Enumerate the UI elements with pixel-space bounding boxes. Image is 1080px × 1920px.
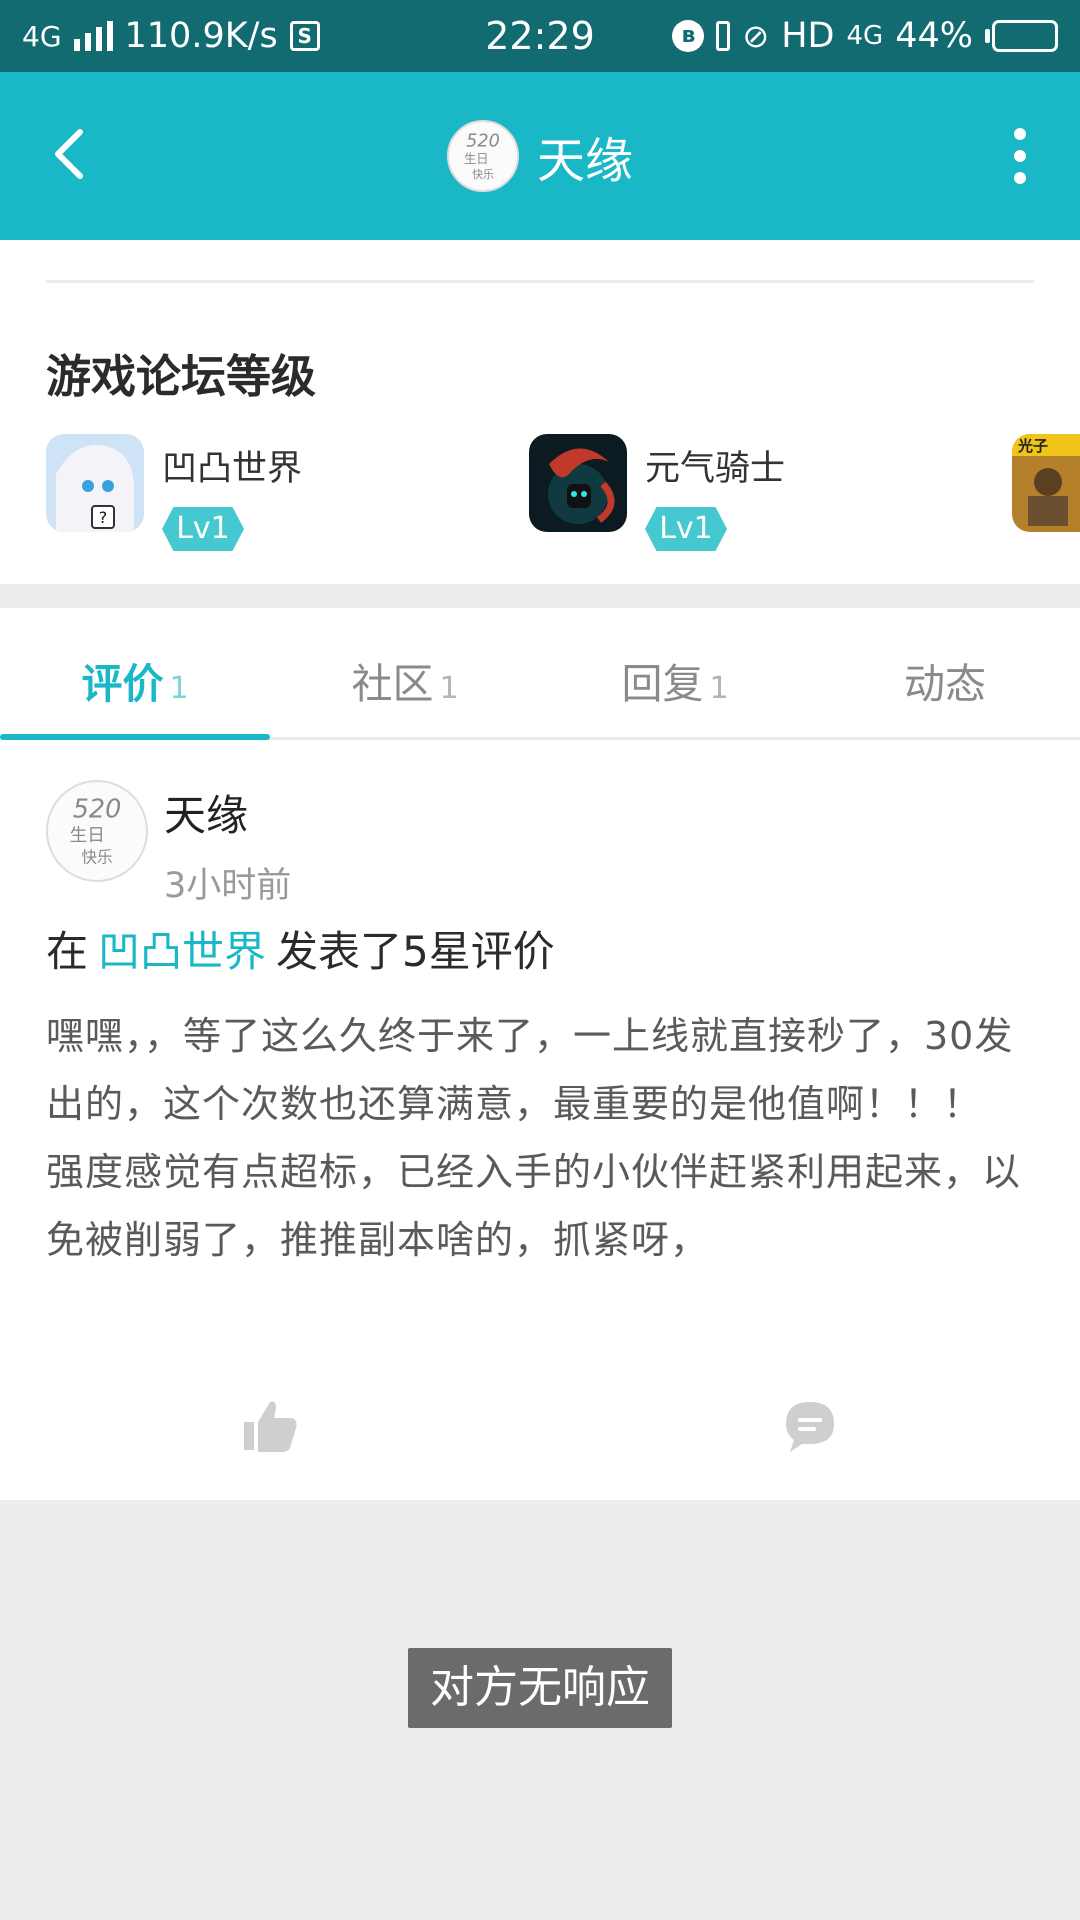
- tab-count: 1: [709, 671, 729, 706]
- battery-percent: 44%: [895, 16, 973, 56]
- thumbs-up-icon: [244, 1401, 297, 1452]
- bluetooth-icon: ʙ: [672, 20, 705, 52]
- level-badge: Lv1: [645, 507, 727, 551]
- tab-label: 社区: [351, 660, 434, 708]
- game-icon-soul-knight: [529, 434, 627, 532]
- game-level-item-partial[interactable]: 光子: [1012, 434, 1080, 532]
- avatar[interactable]: 520 生日 快乐: [46, 780, 148, 882]
- game-level-item[interactable]: ? 凹凸世界 Lv1: [46, 434, 302, 551]
- review-card[interactable]: 520 生日 快乐 天缘 3小时前 在凹凸世界 发表了5星评价 嘿嘿，，等了这么久…: [0, 740, 1080, 1500]
- hd-indicator: HD: [781, 16, 835, 56]
- mute-icon: ⊘: [742, 17, 770, 55]
- headline-suffix: 发表了5星评价: [276, 927, 555, 976]
- tab-activity[interactable]: 动态: [810, 650, 1080, 710]
- status-bar: 4G 110.9K/s S 22:29 ʙ ⊘ HD 4G 44%: [0, 0, 1080, 72]
- comment-button[interactable]: [780, 1396, 840, 1456]
- page-title: 天缘: [536, 133, 633, 189]
- tab-community[interactable]: 社区 1: [270, 650, 540, 710]
- tab-label: 回复: [621, 660, 704, 708]
- toast-message: 对方无响应: [408, 1648, 672, 1728]
- game-link[interactable]: 凹凸世界: [98, 927, 266, 976]
- review-author[interactable]: 520 生日 快乐 天缘 3小时前: [46, 780, 291, 908]
- more-dot-icon: [1014, 150, 1026, 162]
- tab-label: 评价: [81, 660, 164, 708]
- post-time: 3小时前: [164, 866, 292, 906]
- game-name: 元气骑士: [645, 449, 786, 489]
- svg-text:快乐: 快乐: [472, 168, 494, 181]
- tab-label: 动态: [904, 660, 986, 708]
- more-dot-icon: [1014, 172, 1026, 184]
- section-title: 游戏论坛等级: [46, 350, 317, 403]
- svg-text:520: 520: [466, 131, 500, 151]
- headline-prefix: 在: [46, 927, 89, 976]
- tab-count: 1: [439, 671, 459, 706]
- network-type-right: 4G: [846, 21, 884, 51]
- svg-text:520: 520: [73, 794, 122, 824]
- review-body: 嘿嘿，，等了这么久终于来了，一上线就直接秒了，30发出的，这个次数也还算满意，最…: [46, 1014, 1022, 1262]
- game-level-item[interactable]: 元气骑士 Lv1: [529, 434, 785, 551]
- game-icon-pubg: 光子: [1012, 434, 1080, 532]
- level-badge: Lv1: [162, 507, 244, 551]
- svg-text:光子: 光子: [1017, 437, 1048, 455]
- svg-text:生日: 生日: [464, 152, 488, 166]
- tab-count: 1: [169, 671, 189, 706]
- header-title: 520 生日 快乐 天缘: [0, 120, 1080, 192]
- game-name: 凹凸世界: [162, 449, 303, 489]
- game-icon-aotu: ?: [46, 434, 144, 532]
- more-dot-icon: [1014, 128, 1026, 140]
- tab-replies[interactable]: 回复 1: [540, 650, 810, 710]
- like-button[interactable]: [240, 1396, 300, 1456]
- divider: [46, 280, 1034, 283]
- tab-reviews[interactable]: 评价 1: [0, 650, 270, 710]
- svg-text:生日: 生日: [70, 825, 105, 846]
- forum-level-section: 游戏论坛等级 ? 凹凸世界 Lv1 元气骑士 Lv1 光子: [0, 240, 1080, 584]
- comment-bubble-icon: [786, 1402, 834, 1452]
- top-app-bar: 520 生日 快乐 天缘: [0, 72, 1080, 240]
- vibrate-icon: [716, 21, 731, 51]
- svg-text:快乐: 快乐: [81, 847, 113, 866]
- svg-text:?: ?: [99, 508, 108, 527]
- avatar[interactable]: 520 生日 快乐: [446, 120, 519, 192]
- profile-tabs: 评价 1 社区 1 回复 1 动态: [0, 608, 1080, 740]
- review-headline: 在凹凸世界 发表了5星评价: [46, 918, 555, 979]
- more-options-button[interactable]: [1000, 124, 1040, 188]
- author-name[interactable]: 天缘: [164, 782, 291, 843]
- battery-icon: [985, 20, 1058, 52]
